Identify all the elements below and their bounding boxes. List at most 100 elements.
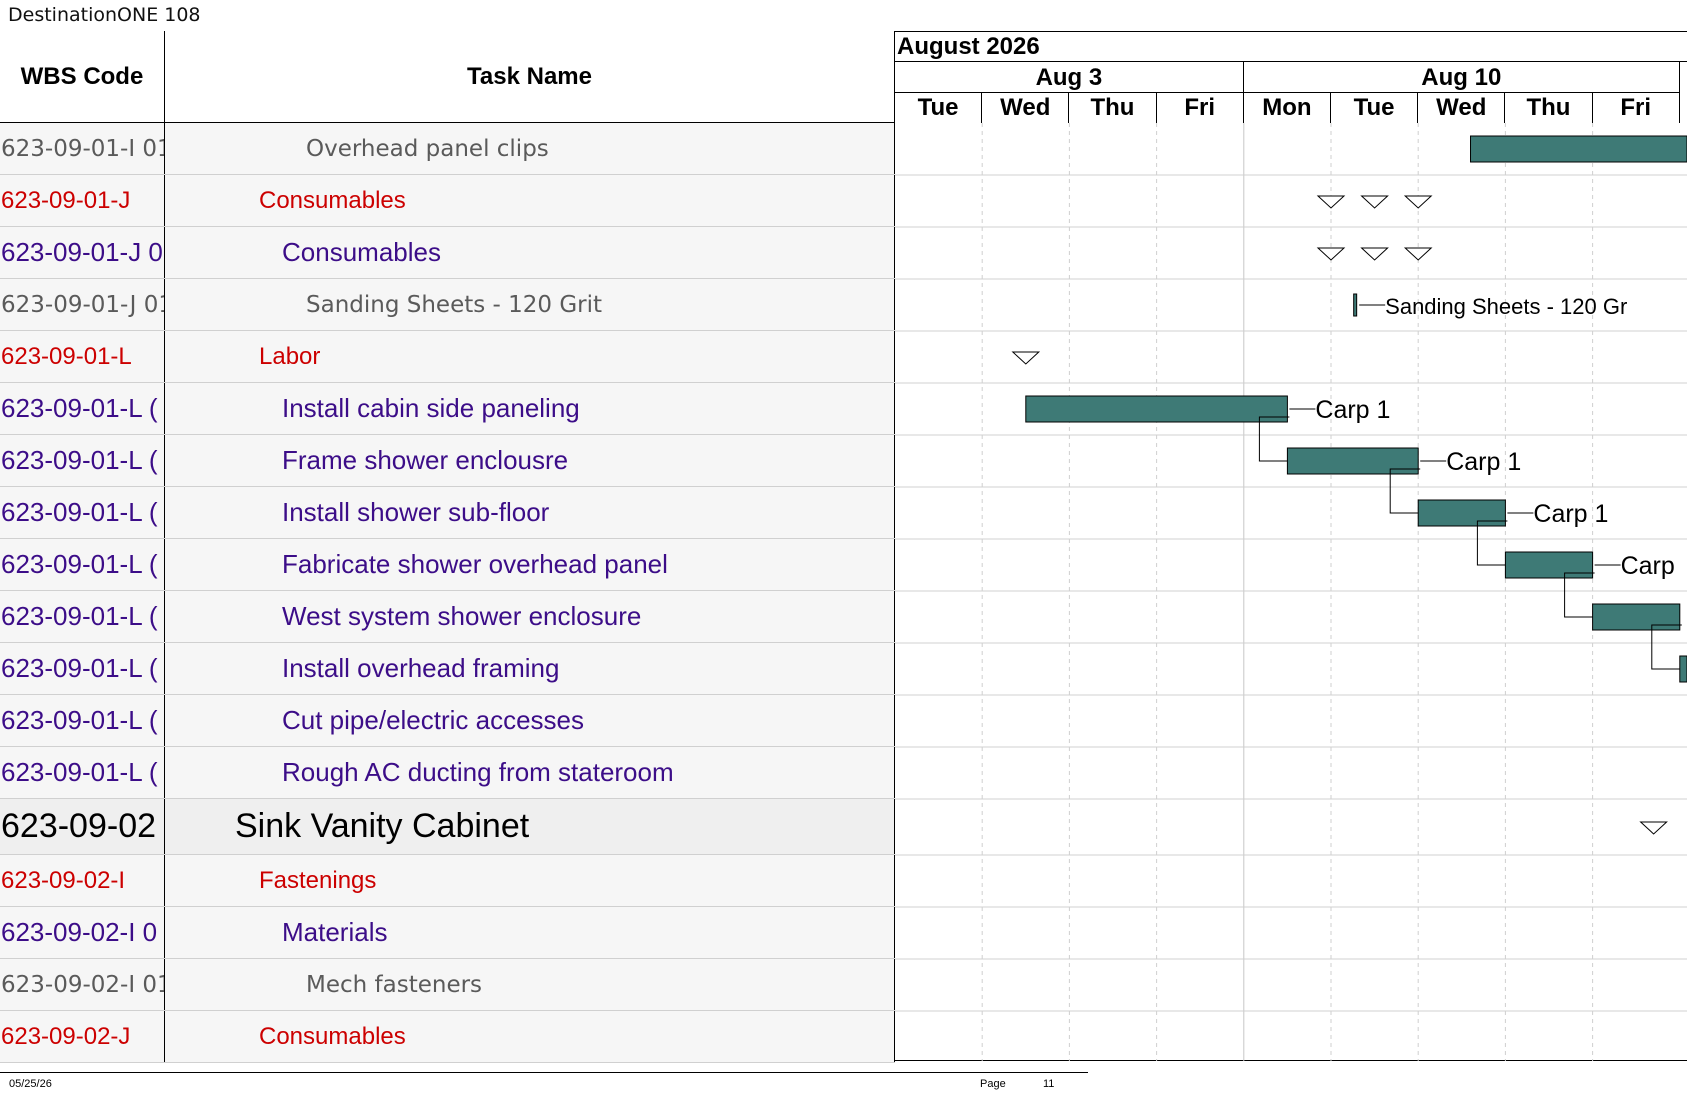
timeline-day: Thu [1505, 93, 1593, 123]
task-name-cell[interactable]: Cut pipe/electric accesses [165, 695, 895, 746]
wbs-code-cell: 623-09-01-L ( [0, 695, 165, 746]
task-name-cell[interactable]: Sink Vanity Cabinet [165, 799, 895, 854]
task-name-text: Install overhead framing [282, 653, 560, 683]
summary-marker [1316, 195, 1346, 209]
timeline-day: Wed [1418, 93, 1506, 123]
dependency-connector [1389, 468, 1421, 514]
timeline-day: Mon [1244, 93, 1331, 123]
task-name-cell[interactable]: Fastenings [165, 855, 895, 906]
task-name-cell[interactable]: Materials [165, 907, 895, 958]
wbs-code-cell: 623-09-01-L ( [0, 643, 165, 694]
task-name-text: Sink Vanity Cabinet [235, 807, 530, 845]
table-row[interactable]: 623-09-01-L ( West system shower enclosur… [0, 591, 895, 643]
task-name-cell[interactable]: Frame shower enclousre [165, 435, 895, 486]
table-row[interactable]: 623-09-01-L ( Install overhead framing [0, 643, 895, 695]
task-bar-label: Carp 1 [1446, 448, 1521, 476]
table-row[interactable]: 623-09-02-I 01 Mech fasteners [0, 959, 895, 1011]
summary-marker [1360, 195, 1389, 209]
task-name-text: Consumables [259, 186, 406, 214]
task-name-cell[interactable]: Consumables [165, 227, 895, 278]
task-milestone [1353, 293, 1358, 317]
dependency-connector [1258, 416, 1290, 462]
task-bar [1592, 603, 1681, 631]
summary-marker [1403, 195, 1433, 209]
task-name-cell[interactable]: Install overhead framing [165, 643, 895, 694]
table-row[interactable]: 623-09-02 Sink Vanity Cabinet [0, 799, 895, 855]
task-name-cell[interactable]: Consumables [165, 175, 895, 226]
dependency-connector [1651, 624, 1682, 670]
table-row[interactable]: 623-09-01-L (Cut pipe/electric accesses [0, 695, 895, 747]
table-row[interactable]: 623-09-01-J 0 Consumables [0, 227, 895, 279]
wbs-code-cell: 623-09-02-I 0 [0, 907, 165, 958]
table-row[interactable]: 623-09-01-L ( Install cabin side paneling [0, 383, 895, 435]
table-row[interactable]: 623-09-01-J Consumables [0, 175, 895, 227]
task-name-text: West system shower enclosure [282, 601, 642, 631]
task-name-cell[interactable]: Install cabin side paneling [165, 383, 895, 434]
timeline-week: Aug 3 [895, 62, 1244, 93]
task-bar-label: Carp 1 [1315, 396, 1390, 424]
task-name-text: Frame shower enclousre [282, 445, 569, 475]
table-row[interactable]: 623-09-01-J 01 Sanding Sheets - 120 Grit [0, 279, 895, 331]
table-row[interactable]: 623-09-01-L Labor [0, 331, 895, 383]
footer-date: 05/25/26 [9, 1078, 52, 1090]
task-bar [1025, 395, 1288, 423]
wbs-code-cell: 623-09-02 [0, 799, 165, 854]
table-row[interactable]: 623-09-01-L ( Frame shower enclousre [0, 435, 895, 487]
table-row[interactable]: 623-09-02-I Fastenings [0, 855, 895, 907]
task-name-cell[interactable]: Sanding Sheets - 120 Grit [165, 279, 895, 330]
task-name-text: Fastenings [259, 866, 377, 894]
task-name-text: Materials [282, 917, 388, 947]
task-name-cell[interactable]: Fabricate shower overhead panel [165, 539, 895, 590]
timeline-day: Wed [982, 93, 1070, 123]
gantt-chart: Sanding Sheets - 120 Gr Carp 1 Carp 1 Carp … [895, 123, 1687, 1061]
summary-marker [1316, 247, 1346, 261]
wbs-code-cell: 623-09-02-I [0, 855, 165, 906]
dependency-connector [1476, 520, 1508, 566]
summary-marker [1011, 351, 1041, 365]
table-row[interactable]: 623-09-02-I 0 Materials [0, 907, 895, 959]
wbs-code-cell: 623-09-01-I 01 [0, 123, 165, 174]
task-name-cell[interactable]: Rough AC ducting from stateroom [165, 747, 895, 798]
task-name-cell[interactable]: West system shower enclosure [165, 591, 895, 642]
table-row[interactable]: 623-09-01-L (Rough AC ducting from state… [0, 747, 895, 799]
task-name-cell[interactable]: Labor [165, 331, 895, 382]
task-name-text: Consumables [282, 237, 441, 267]
task-name-text: Sanding Sheets - 120 Grit [306, 291, 603, 318]
wbs-code-cell: 623-09-01-J 0 [0, 227, 165, 278]
task-name-text: Install cabin side paneling [282, 393, 580, 423]
table-row[interactable]: 623-09-01-L ( Fabricate shower overhead p… [0, 539, 895, 591]
wbs-code-cell: 623-09-01-L ( [0, 435, 165, 486]
wbs-code-cell: 623-09-02-J [0, 1011, 165, 1062]
document-title: DestinationONE 108 [8, 4, 201, 26]
task-name-cell[interactable]: Mech fasteners [165, 959, 895, 1010]
wbs-code-cell: 623-09-01-L ( [0, 591, 165, 642]
task-name-text: Mech fasteners [306, 971, 483, 998]
task-name-text: Fabricate shower overhead panel [282, 549, 668, 579]
timeline-day: Fri [1157, 93, 1244, 123]
timeline-day: Tue [1331, 93, 1419, 123]
wbs-code-cell: 623-09-01-L ( [0, 539, 165, 590]
wbs-column-header[interactable]: WBS Code [0, 31, 165, 123]
task-name-column-header[interactable]: Task Name [165, 31, 895, 123]
task-name-cell[interactable]: Overhead panel clips [165, 123, 895, 174]
timeline-day: Fri [1593, 93, 1680, 123]
footer-divider [0, 1072, 1088, 1073]
table-row[interactable]: 623-09-01-I 01 Overhead panel clips [0, 123, 895, 175]
task-name-text: Overhead panel clips [306, 135, 549, 162]
table-row[interactable]: 623-09-01-L (Install shower sub-floor [0, 487, 895, 539]
table-row[interactable]: 623-09-02-J Consumables [0, 1011, 895, 1063]
task-name-text: Rough AC ducting from stateroom [282, 757, 674, 787]
task-name-text: Consumables [259, 1022, 406, 1050]
task-bar [1470, 135, 1687, 163]
timeline-week: Aug 10 [1243, 62, 1680, 93]
wbs-code-cell: 623-09-02-I 01 [0, 959, 165, 1010]
wbs-code-cell: 623-09-01-J [0, 175, 165, 226]
timeline-day: Tue [895, 93, 983, 123]
task-name-cell[interactable]: Consumables [165, 1011, 895, 1062]
task-bar [1679, 655, 1687, 683]
summary-marker [1360, 247, 1389, 261]
task-bar [1504, 551, 1594, 579]
task-name-text: Labor [259, 342, 321, 370]
task-name-cell[interactable]: Install shower sub-floor [165, 487, 895, 538]
wbs-code-cell: 623-09-01-L ( [0, 383, 165, 434]
